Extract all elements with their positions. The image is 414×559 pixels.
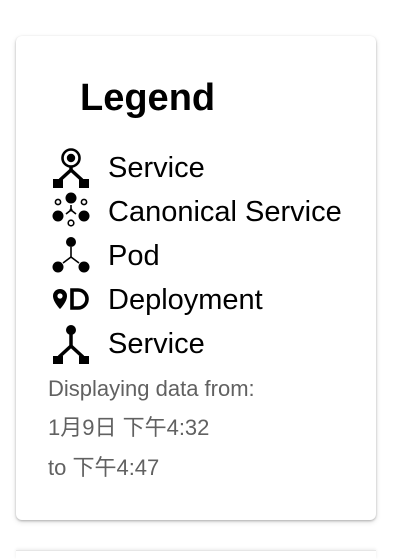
legend-item-label: Canonical Service: [108, 196, 342, 228]
time-range-from: 1月9日 下午4:32: [48, 415, 210, 440]
legend-item-service: Service: [50, 148, 205, 188]
legend-title: Legend: [80, 77, 216, 119]
time-range-to: to 下午4:47: [48, 455, 160, 480]
pod-icon: [50, 236, 92, 276]
legend-item-label: Pod: [108, 240, 160, 272]
service-icon: [50, 148, 92, 188]
legend-item-pod: Pod: [50, 236, 160, 276]
legend-item-label: Service: [108, 152, 205, 184]
legend-card: Legend Service Canonical Service Pod Dep…: [16, 36, 376, 520]
canonical-service-icon: [50, 192, 92, 232]
time-range-intro: Displaying data from:: [48, 376, 255, 401]
legend-item-label: Service: [108, 328, 205, 360]
next-card-edge: [16, 550, 376, 559]
legend-item-label: Deployment: [108, 284, 263, 316]
legend-item-service-entry: Service: [50, 324, 205, 364]
deployment-icon: [50, 280, 92, 320]
legend-item-canonical-service: Canonical Service: [50, 192, 342, 232]
legend-item-deployment: Deployment: [50, 280, 263, 320]
service-entry-icon: [50, 324, 92, 364]
